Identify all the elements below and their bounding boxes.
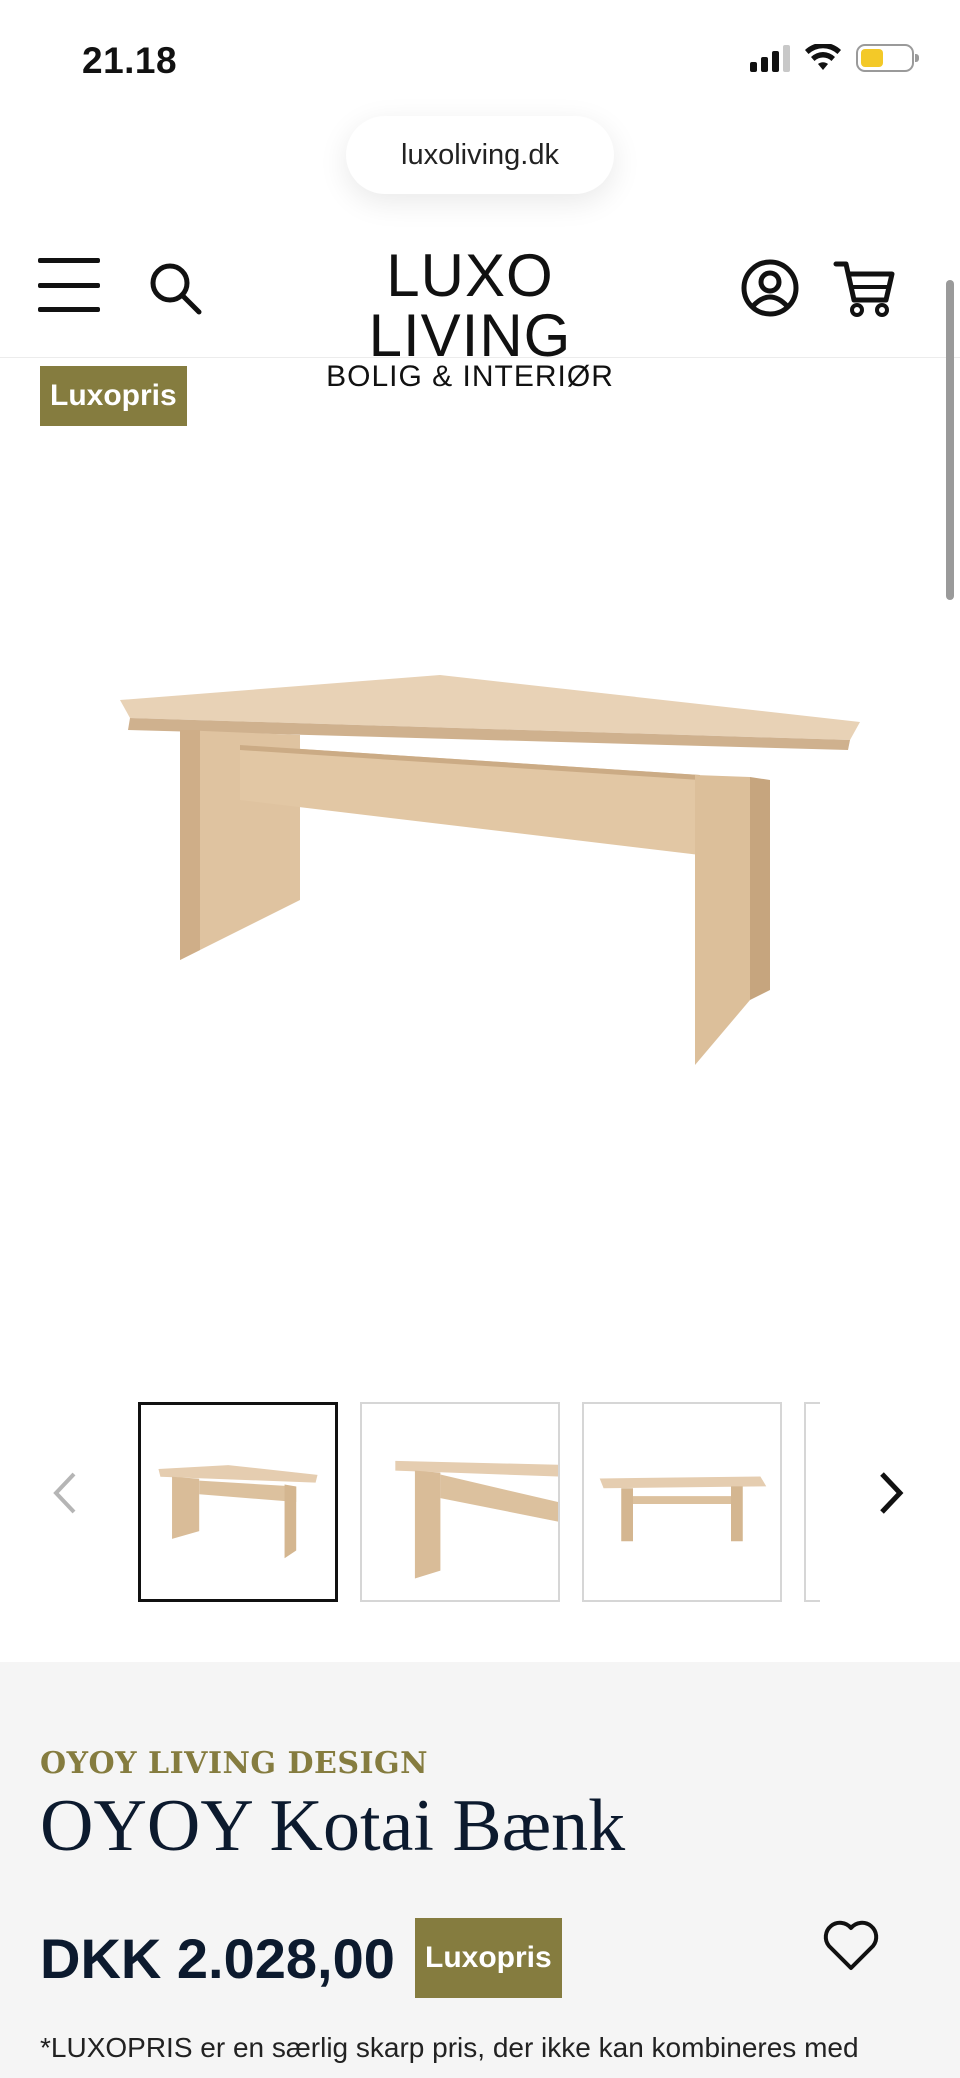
thumbnail-image xyxy=(395,1460,558,1579)
site-header: LUXO LIVING BOLIG & INTERIØR xyxy=(0,230,960,393)
logo-title: LUXO LIVING xyxy=(368,242,572,369)
wifi-icon xyxy=(805,44,841,70)
menu-icon[interactable] xyxy=(38,258,100,312)
status-icons xyxy=(750,44,919,72)
price-note: *LUXOPRIS er en særlig skarp pris, der i… xyxy=(40,2032,859,2063)
thumbnail-1[interactable] xyxy=(138,1402,338,1602)
next-arrow-icon[interactable] xyxy=(870,1468,910,1518)
price-badge: Luxopris xyxy=(415,1918,562,1998)
product-info: OYOY LIVING DESIGN OYOY Kotai Bænk DKK 2… xyxy=(0,1662,960,2078)
account-icon[interactable] xyxy=(740,258,800,318)
product-title: OYOY Kotai Bænk xyxy=(40,1785,626,1867)
thumbnail-3[interactable] xyxy=(582,1402,782,1602)
logo-subtitle: BOLIG & INTERIØR xyxy=(326,360,614,393)
product-brand[interactable]: OYOY LIVING DESIGN xyxy=(40,1746,428,1781)
signal-icon xyxy=(750,44,790,72)
thumbnail-image xyxy=(599,1476,767,1542)
url-bar[interactable]: luxoliving.dk xyxy=(346,116,614,194)
luxopris-badge: Luxopris xyxy=(40,366,187,426)
previous-arrow-icon[interactable] xyxy=(46,1468,86,1518)
battery-icon xyxy=(856,44,919,72)
scrollbar[interactable] xyxy=(946,280,954,600)
status-time: 21.18 xyxy=(82,40,178,81)
thumbnail-image xyxy=(158,1465,318,1559)
product-image[interactable] xyxy=(100,640,880,1080)
thumbnail-4[interactable] xyxy=(804,1402,820,1602)
product-price: DKK 2.028,00 xyxy=(40,1927,395,1990)
site-logo[interactable]: LUXO LIVING BOLIG & INTERIØR xyxy=(280,246,660,394)
heart-icon[interactable] xyxy=(822,1918,880,1974)
cart-icon[interactable] xyxy=(832,256,896,320)
thumbnail-2[interactable] xyxy=(360,1402,560,1602)
search-icon[interactable] xyxy=(145,258,205,318)
